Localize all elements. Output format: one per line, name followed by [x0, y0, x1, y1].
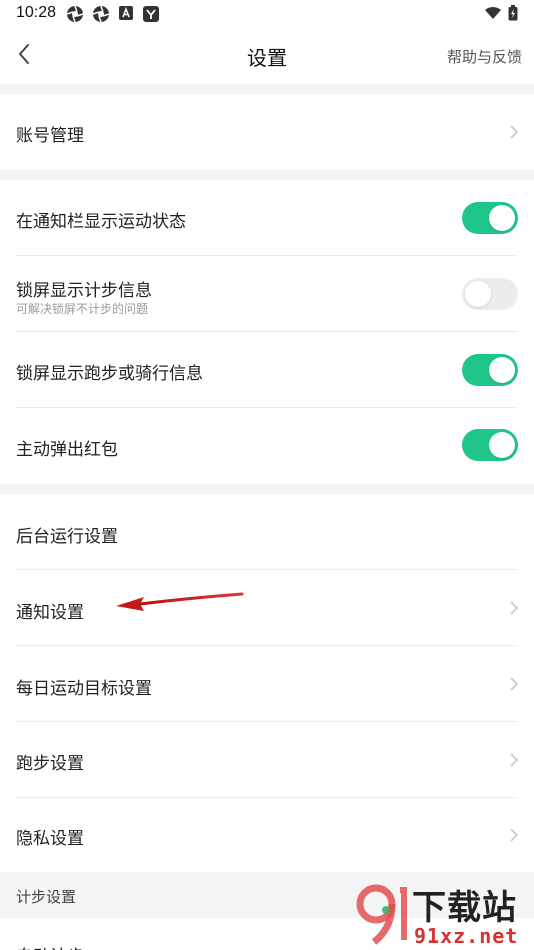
- chevron-right-icon: [510, 677, 519, 691]
- chevron-right-icon: [510, 601, 519, 615]
- notification-status-toggle[interactable]: [462, 202, 518, 234]
- toggle-knob: [489, 357, 515, 383]
- toggle-row-notification-status: 在通知栏显示运动状态: [0, 180, 534, 256]
- section-gap: [0, 484, 534, 494]
- watermark-logo: 下载站 91xz.net: [354, 880, 534, 950]
- row-label: 自动计步: [16, 942, 84, 950]
- row-label: 账号管理: [16, 126, 84, 146]
- running-settings-row[interactable]: 跑步设置: [0, 722, 534, 798]
- app-y-icon: [143, 6, 159, 22]
- row-label: 锁屏显示计步信息: [16, 281, 152, 301]
- chevron-right-icon: [510, 828, 519, 842]
- chevron-right-icon: [510, 753, 519, 767]
- notification-settings-row[interactable]: 通知设置: [0, 570, 534, 646]
- row-label: 在通知栏显示运动状态: [16, 212, 186, 232]
- toggle-knob: [489, 432, 515, 458]
- help-feedback-link[interactable]: 帮助与反馈: [447, 46, 522, 67]
- chevron-right-icon: [510, 125, 519, 139]
- row-sublabel: 可解决锁屏不计步的问题: [16, 302, 149, 316]
- battery-charging-icon: [508, 5, 518, 21]
- row-label: 通知设置: [16, 603, 84, 623]
- status-bar: 10:28: [0, 0, 534, 28]
- annotation-arrow-icon: [116, 592, 244, 611]
- toggle-row-red-packet: 主动弹出红包: [0, 408, 534, 484]
- watermark-text: 下载站: [412, 888, 517, 928]
- row-label: 锁屏显示跑步或骑行信息: [16, 364, 203, 384]
- status-icons-right: [484, 5, 518, 21]
- background-run-settings-row[interactable]: 后台运行设置: [0, 494, 534, 570]
- section-gap: [0, 170, 534, 180]
- header-bar: 设置 帮助与反馈: [0, 28, 534, 84]
- status-icons-left: [66, 5, 160, 23]
- privacy-settings-row[interactable]: 隐私设置: [0, 798, 534, 872]
- watermark-url: 91xz.net: [414, 924, 519, 948]
- aperture-icon: [66, 5, 84, 23]
- aperture-icon: [92, 5, 110, 23]
- row-label: 跑步设置: [16, 754, 84, 774]
- a-square-icon: [119, 6, 133, 20]
- red-packet-toggle[interactable]: [462, 429, 518, 461]
- row-label: 后台运行设置: [16, 527, 118, 547]
- lockscreen-run-ride-toggle[interactable]: [462, 354, 518, 386]
- watermark-91-icon: [356, 884, 407, 945]
- section-gap: [0, 84, 534, 94]
- toggle-row-lockscreen-steps: 锁屏显示计步信息 可解决锁屏不计步的问题: [0, 256, 534, 332]
- status-time: 10:28: [16, 4, 57, 21]
- row-label: 隐私设置: [16, 829, 84, 849]
- toggle-knob: [489, 205, 515, 231]
- account-management-row[interactable]: 账号管理: [0, 94, 534, 170]
- wifi-icon: [485, 6, 501, 19]
- lockscreen-steps-toggle[interactable]: [462, 278, 518, 310]
- row-label: 每日运动目标设置: [16, 679, 152, 699]
- toggle-knob: [465, 281, 491, 307]
- daily-goal-settings-row[interactable]: 每日运动目标设置: [0, 646, 534, 722]
- toggle-row-lockscreen-run-ride: 锁屏显示跑步或骑行信息: [0, 332, 534, 408]
- section-header-label: 计步设置: [16, 888, 77, 906]
- row-label: 主动弹出红包: [16, 440, 118, 460]
